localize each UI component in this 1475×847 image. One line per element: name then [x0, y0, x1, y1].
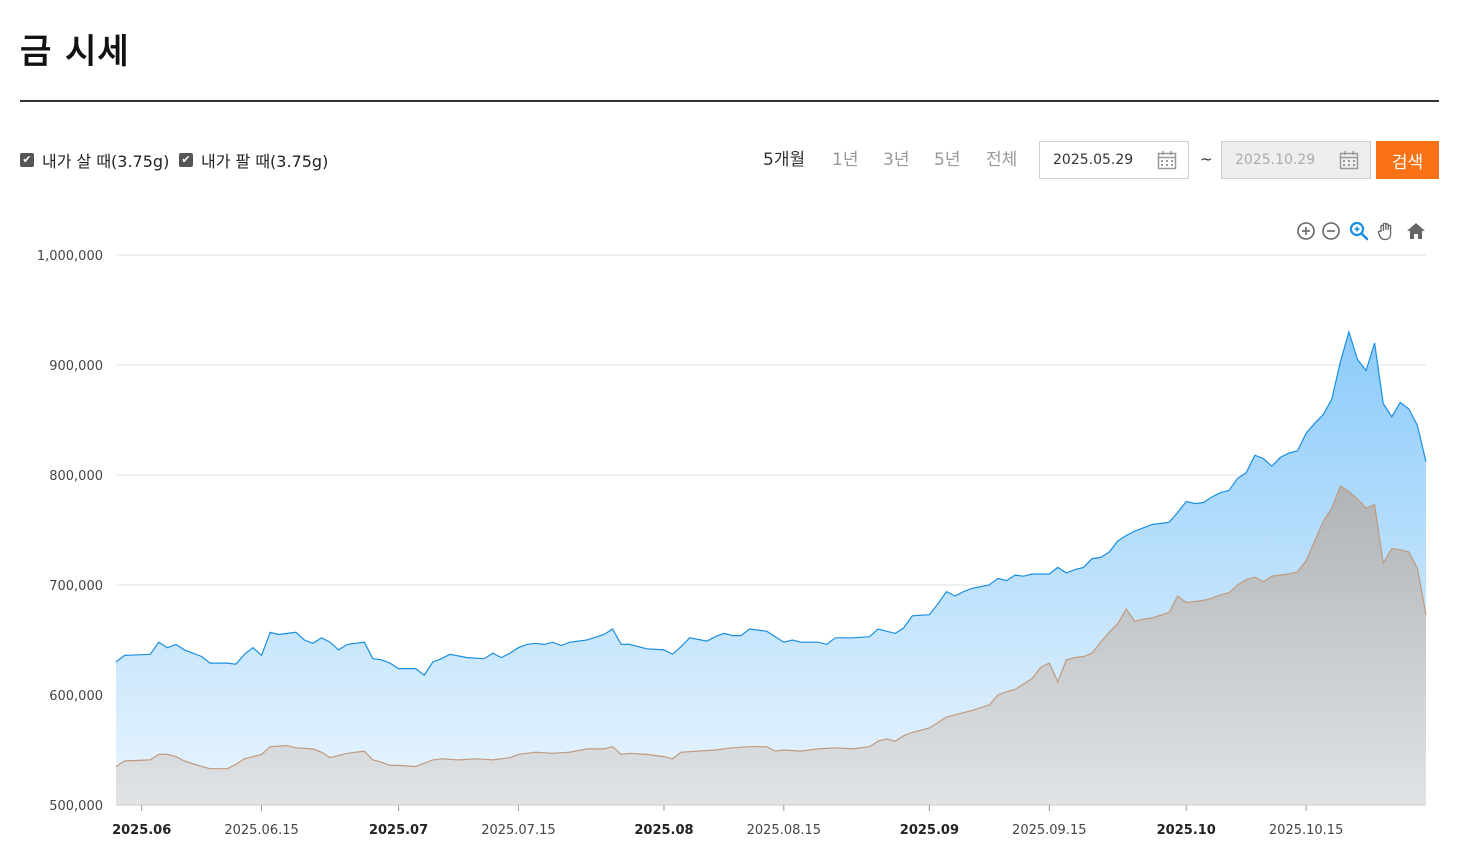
buy-series-checkbox[interactable]: ✔ [20, 153, 34, 167]
title-divider [20, 100, 1439, 102]
y-tick-label: 800,000 [49, 469, 103, 484]
gold-price-chart: 500,000 600,000 700,000 800,000 900,000 1,000… [37, 249, 1427, 838]
x-tick-label: 2025.09.15 [1012, 823, 1086, 838]
period-tab-3-years[interactable]: 3년 [883, 141, 909, 179]
start-date-calendar-icon[interactable] [1157, 150, 1177, 170]
y-tick-label: 900,000 [49, 359, 103, 374]
period-tab-5-years[interactable]: 5년 [934, 141, 960, 179]
x-tick-label: 2025.06.15 [224, 823, 298, 838]
search-button[interactable]: 검색 [1376, 141, 1439, 179]
chart-series [115, 329, 1427, 805]
page-title: 금 시세 [20, 32, 130, 72]
x-tick-label: 2025.06 [112, 823, 171, 838]
sell-series-checkbox[interactable]: ✔ [179, 153, 193, 167]
y-tick-label: 700,000 [49, 579, 103, 594]
x-axis: 2025.06 2025.06.15 2025.07 2025.07.15 2025.0… [112, 804, 1426, 838]
y-axis: 500,000 600,000 700,000 800,000 900,000 1,000… [37, 249, 103, 814]
end-date-calendar-icon[interactable] [1339, 150, 1359, 170]
y-tick-label: 600,000 [49, 689, 103, 704]
date-range-separator: ~ [1200, 150, 1213, 168]
sell-series-label: 내가 팔 때(3.75g) [201, 152, 329, 171]
x-tick-label: 2025.10.15 [1269, 823, 1343, 838]
period-tab-1-year[interactable]: 1년 [832, 141, 858, 179]
x-tick-label: 2025.10 [1157, 823, 1216, 838]
period-tab-5-months[interactable]: 5개월 [763, 141, 805, 179]
x-tick-label: 2025.07 [369, 823, 428, 838]
buy-series-toggle[interactable]: ✔ 내가 살 때(3.75g) [20, 141, 169, 179]
x-tick-label: 2025.07.15 [481, 823, 555, 838]
x-tick-label: 2025.09 [900, 823, 959, 838]
sell-series-toggle[interactable]: ✔ 내가 팔 때(3.75g) [179, 141, 328, 179]
x-tick-label: 2025.08.15 [747, 823, 821, 838]
y-tick-label: 500,000 [49, 799, 103, 814]
x-tick-label: 2025.08 [634, 823, 693, 838]
y-tick-label: 1,000,000 [37, 249, 103, 264]
buy-series-label: 내가 살 때(3.75g) [42, 152, 170, 171]
toolbar: ✔ 내가 살 때(3.75g) ✔ 내가 팔 때(3.75g) 5개월 1년 3… [20, 141, 1439, 179]
period-tab-all[interactable]: 전체 [986, 141, 1017, 179]
